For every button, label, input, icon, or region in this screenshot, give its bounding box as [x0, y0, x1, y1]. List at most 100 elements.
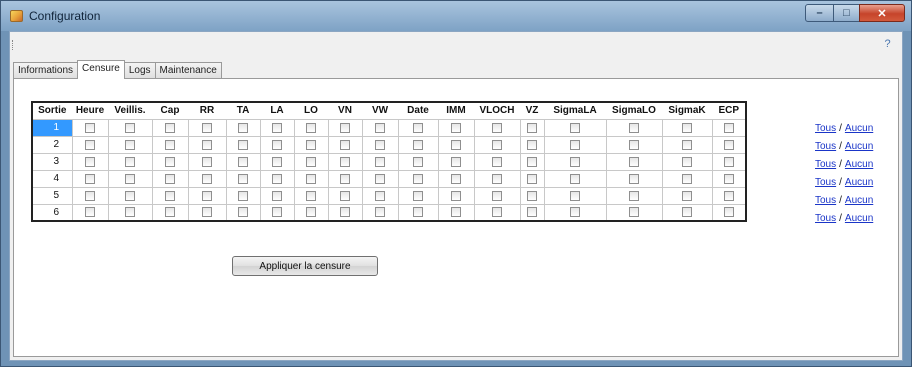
censure-checkbox[interactable] [238, 122, 248, 133]
select-all-link[interactable]: Tous [815, 177, 836, 188]
censure-checkbox[interactable] [85, 207, 95, 218]
censure-checkbox[interactable] [125, 139, 135, 150]
censure-checkbox[interactable] [492, 207, 502, 218]
censure-checkbox[interactable] [723, 207, 734, 218]
tab-logs[interactable]: Logs [123, 62, 156, 79]
censure-checkbox[interactable] [413, 173, 423, 184]
censure-checkbox[interactable] [527, 173, 537, 184]
censure-checkbox[interactable] [125, 190, 135, 201]
censure-checkbox[interactable] [682, 139, 692, 150]
censure-checkbox[interactable] [165, 122, 175, 133]
select-none-link[interactable]: Aucun [845, 141, 873, 152]
censure-checkbox[interactable] [238, 173, 248, 184]
censure-checkbox[interactable] [570, 173, 580, 184]
tab-informations[interactable]: Informations [13, 62, 79, 79]
censure-checkbox[interactable] [85, 156, 95, 167]
censure-checkbox[interactable] [238, 207, 248, 218]
censure-checkbox[interactable] [306, 139, 316, 150]
censure-checkbox[interactable] [413, 122, 423, 133]
censure-checkbox[interactable] [527, 156, 537, 167]
censure-checkbox[interactable] [723, 156, 734, 167]
censure-checkbox[interactable] [165, 156, 175, 167]
censure-checkbox[interactable] [723, 122, 734, 133]
censure-checkbox[interactable] [238, 139, 248, 150]
censure-checkbox[interactable] [682, 122, 692, 133]
censure-checkbox[interactable] [272, 156, 282, 167]
maximize-button[interactable]: □ [833, 4, 860, 22]
censure-checkbox[interactable] [492, 190, 502, 201]
censure-checkbox[interactable] [238, 156, 248, 167]
censure-checkbox[interactable] [629, 122, 639, 133]
help-icon[interactable]: ? [881, 38, 894, 51]
tab-maintenance[interactable]: Maintenance [154, 62, 222, 79]
censure-checkbox[interactable] [306, 173, 316, 184]
censure-checkbox[interactable] [85, 190, 95, 201]
censure-checkbox[interactable] [85, 139, 95, 150]
censure-checkbox[interactable] [527, 122, 537, 133]
censure-checkbox[interactable] [451, 207, 461, 218]
censure-checkbox[interactable] [340, 122, 350, 133]
censure-checkbox[interactable] [413, 190, 423, 201]
close-button[interactable]: ✕ [859, 4, 905, 22]
censure-checkbox[interactable] [165, 173, 175, 184]
censure-checkbox[interactable] [629, 207, 639, 218]
censure-checkbox[interactable] [375, 173, 385, 184]
censure-checkbox[interactable] [492, 173, 502, 184]
censure-checkbox[interactable] [202, 207, 212, 218]
row-number[interactable]: 3 [31, 152, 73, 171]
censure-checkbox[interactable] [202, 139, 212, 150]
minimize-button[interactable]: – [805, 4, 834, 22]
censure-checkbox[interactable] [340, 139, 350, 150]
censure-checkbox[interactable] [202, 190, 212, 201]
censure-checkbox[interactable] [202, 122, 212, 133]
censure-checkbox[interactable] [451, 173, 461, 184]
censure-checkbox[interactable] [85, 122, 95, 133]
censure-checkbox[interactable] [125, 122, 135, 133]
censure-checkbox[interactable] [238, 190, 248, 201]
censure-checkbox[interactable] [202, 156, 212, 167]
select-all-link[interactable]: Tous [815, 195, 836, 206]
censure-checkbox[interactable] [165, 207, 175, 218]
select-all-link[interactable]: Tous [815, 141, 836, 152]
censure-checkbox[interactable] [492, 139, 502, 150]
censure-checkbox[interactable] [375, 156, 385, 167]
censure-checkbox[interactable] [375, 122, 385, 133]
censure-checkbox[interactable] [165, 190, 175, 201]
censure-checkbox[interactable] [570, 190, 580, 201]
censure-checkbox[interactable] [629, 190, 639, 201]
censure-checkbox[interactable] [165, 139, 175, 150]
censure-checkbox[interactable] [272, 139, 282, 150]
title-bar[interactable]: Configuration – □ ✕ [1, 1, 911, 31]
censure-checkbox[interactable] [451, 139, 461, 150]
censure-checkbox[interactable] [375, 139, 385, 150]
select-none-link[interactable]: Aucun [845, 159, 873, 170]
censure-checkbox[interactable] [682, 190, 692, 201]
censure-checkbox[interactable] [306, 122, 316, 133]
censure-checkbox[interactable] [125, 173, 135, 184]
select-none-link[interactable]: Aucun [845, 195, 873, 206]
apply-censure-button[interactable]: Appliquer la censure [232, 256, 378, 276]
select-all-link[interactable]: Tous [815, 159, 836, 170]
censure-checkbox[interactable] [723, 173, 734, 184]
censure-checkbox[interactable] [492, 156, 502, 167]
censure-checkbox[interactable] [570, 139, 580, 150]
row-number[interactable]: 2 [31, 135, 73, 154]
censure-checkbox[interactable] [451, 156, 461, 167]
select-all-link[interactable]: Tous [815, 213, 836, 224]
censure-checkbox[interactable] [570, 122, 580, 133]
censure-checkbox[interactable] [570, 207, 580, 218]
censure-checkbox[interactable] [375, 190, 385, 201]
censure-checkbox[interactable] [272, 122, 282, 133]
censure-checkbox[interactable] [306, 156, 316, 167]
censure-checkbox[interactable] [629, 156, 639, 167]
censure-checkbox[interactable] [682, 207, 692, 218]
censure-checkbox[interactable] [306, 190, 316, 201]
censure-checkbox[interactable] [306, 207, 316, 218]
censure-checkbox[interactable] [340, 173, 350, 184]
censure-checkbox[interactable] [527, 139, 537, 150]
censure-checkbox[interactable] [629, 139, 639, 150]
tab-censure[interactable]: Censure [77, 60, 125, 79]
select-none-link[interactable]: Aucun [845, 177, 873, 188]
select-all-link[interactable]: Tous [815, 123, 836, 134]
censure-checkbox[interactable] [527, 207, 537, 218]
